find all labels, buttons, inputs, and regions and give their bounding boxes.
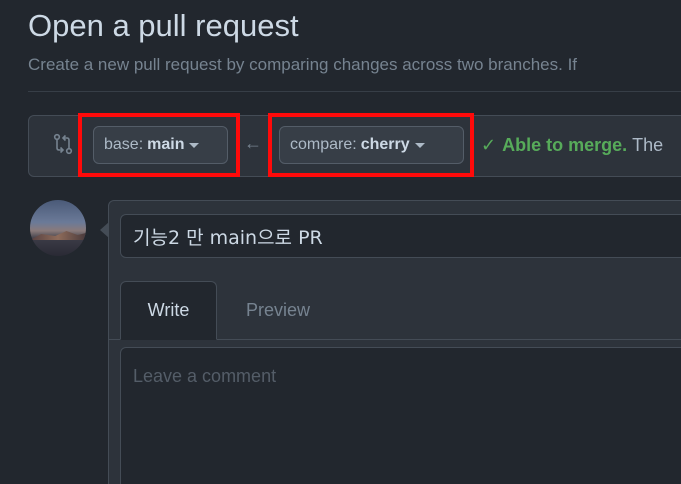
compare-branch-prefix: compare: — [290, 136, 357, 153]
pull-request-page: Open a pull request Create a new pull re… — [0, 0, 681, 484]
page-subtitle: Create a new pull request by comparing c… — [28, 55, 578, 74]
page-title: Open a pull request — [28, 8, 299, 43]
compare-branch-value: cherry — [360, 136, 410, 153]
arrow-left-icon: ← — [244, 133, 262, 153]
avatar[interactable] — [30, 200, 86, 256]
triangle-down-icon — [189, 142, 200, 148]
base-branch-value: main — [147, 136, 185, 153]
header-divider — [28, 91, 681, 92]
tab-preview[interactable]: Preview — [222, 281, 334, 340]
comment-textarea[interactable] — [120, 347, 681, 484]
compare-branch-button[interactable]: compare: cherry — [279, 126, 464, 164]
git-compare-icon — [53, 133, 73, 155]
pr-title-input[interactable] — [120, 214, 681, 258]
base-branch-button[interactable]: base: main — [93, 126, 228, 164]
merge-status-detail: The — [632, 135, 664, 155]
check-icon: ✓ — [481, 135, 497, 155]
form-pointer — [100, 222, 109, 238]
merge-status-label: Able to merge. — [502, 135, 628, 155]
merge-status: ✓ Able to merge. The — [481, 135, 663, 156]
tab-write[interactable]: Write — [120, 281, 217, 340]
base-branch-prefix: base: — [104, 136, 144, 153]
avatar-mountain — [30, 231, 86, 240]
triangle-down-icon — [414, 142, 425, 148]
